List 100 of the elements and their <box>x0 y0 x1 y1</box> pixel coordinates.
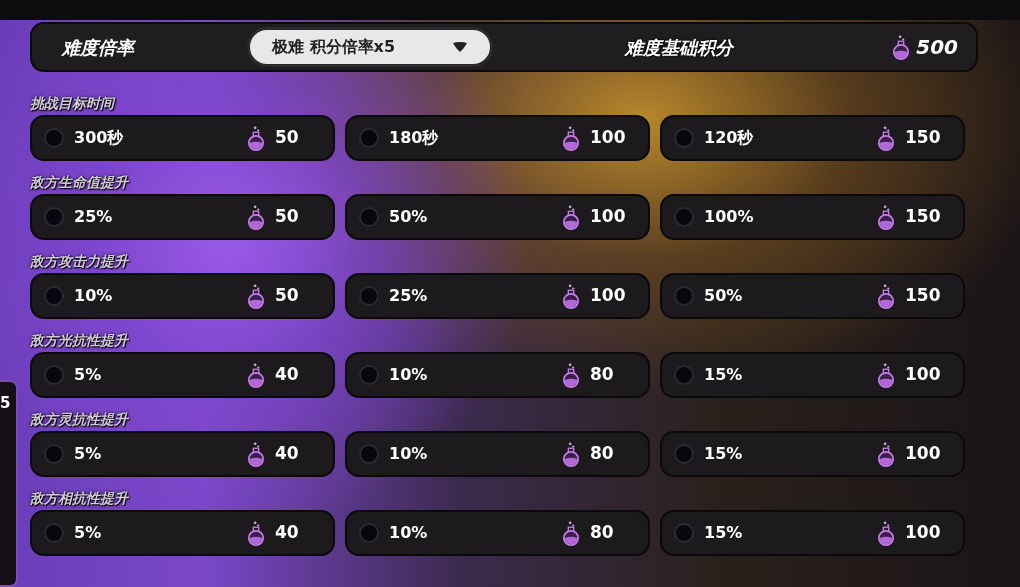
potion-flask-icon <box>892 34 911 60</box>
option-points: 150 <box>905 126 942 150</box>
section-title: 挑战目标时间 <box>30 95 114 111</box>
section-title: 敌方生命值提升 <box>30 174 128 190</box>
option-label: 5% <box>74 443 102 465</box>
potion-flask-icon <box>247 125 265 151</box>
option-label: 100% <box>704 206 754 228</box>
potion-flask-icon <box>562 204 580 230</box>
option-label: 10% <box>74 285 113 307</box>
potion-flask-icon <box>877 283 895 309</box>
potion-flask-icon <box>877 204 895 230</box>
option-label: 10% <box>389 522 428 544</box>
difficulty-dropdown[interactable]: 极难 积分倍率x5 <box>247 27 493 67</box>
option-label: 50% <box>704 285 743 307</box>
option-label: 15% <box>704 522 743 544</box>
potion-flask-icon <box>562 283 580 309</box>
option-button[interactable]: 10% 80 <box>345 352 650 398</box>
potion-flask-icon <box>247 441 265 467</box>
radio-button[interactable] <box>674 128 694 148</box>
option-points: 40 <box>275 442 300 466</box>
radio-button[interactable] <box>359 286 379 306</box>
radio-button[interactable] <box>44 444 64 464</box>
option-label: 10% <box>389 443 428 465</box>
potion-flask-icon <box>877 125 895 151</box>
radio-button[interactable] <box>674 523 694 543</box>
option-points: 80 <box>590 363 615 387</box>
potion-flask-icon <box>247 283 265 309</box>
option-button[interactable]: 10% 80 <box>345 510 650 556</box>
option-points: 40 <box>275 363 300 387</box>
base-points-value: 500 <box>916 34 958 61</box>
section-title: 敌方灵抗性提升 <box>30 411 128 427</box>
radio-button[interactable] <box>674 207 694 227</box>
option-points: 100 <box>905 363 942 387</box>
potion-flask-icon <box>562 125 580 151</box>
radio-button[interactable] <box>44 365 64 385</box>
option-points: 50 <box>275 284 300 308</box>
option-points: 80 <box>590 442 615 466</box>
option-button[interactable]: 50% 150 <box>660 273 965 319</box>
radio-button[interactable] <box>674 286 694 306</box>
option-points: 50 <box>275 126 300 150</box>
option-label: 50% <box>389 206 428 228</box>
radio-button[interactable] <box>359 523 379 543</box>
option-button[interactable]: 5% 40 <box>30 352 335 398</box>
option-label: 5% <box>74 364 102 386</box>
option-button[interactable]: 10% 50 <box>30 273 335 319</box>
potion-flask-icon <box>247 362 265 388</box>
option-label: 5% <box>74 522 102 544</box>
radio-button[interactable] <box>674 444 694 464</box>
option-button[interactable]: 25% 100 <box>345 273 650 319</box>
option-label: 15% <box>704 443 743 465</box>
option-points: 150 <box>905 284 942 308</box>
option-label: 180秒 <box>389 127 439 149</box>
option-button[interactable]: 15% 100 <box>660 352 965 398</box>
dropdown-caret-icon <box>452 41 468 53</box>
option-points: 50 <box>275 205 300 229</box>
option-button[interactable]: 10% 80 <box>345 431 650 477</box>
option-points: 100 <box>590 126 627 150</box>
option-label: 25% <box>74 206 113 228</box>
option-points: 100 <box>905 521 942 545</box>
option-points: 150 <box>905 205 942 229</box>
option-label: 10% <box>389 364 428 386</box>
option-button[interactable]: 15% 100 <box>660 431 965 477</box>
option-button[interactable]: 100% 150 <box>660 194 965 240</box>
radio-button[interactable] <box>674 365 694 385</box>
option-points: 40 <box>275 521 300 545</box>
option-button[interactable]: 15% 100 <box>660 510 965 556</box>
option-label: 300秒 <box>74 127 124 149</box>
radio-button[interactable] <box>44 286 64 306</box>
potion-flask-icon <box>247 520 265 546</box>
option-points: 100 <box>905 442 942 466</box>
potion-flask-icon <box>877 441 895 467</box>
potion-flask-icon <box>562 441 580 467</box>
option-button[interactable]: 25% 50 <box>30 194 335 240</box>
section-title: 敌方相抗性提升 <box>30 490 128 506</box>
option-points: 80 <box>590 521 615 545</box>
radio-button[interactable] <box>359 207 379 227</box>
base-points-label: 难度基础积分 <box>624 35 733 60</box>
radio-button[interactable] <box>44 128 64 148</box>
option-label: 15% <box>704 364 743 386</box>
radio-button[interactable] <box>44 523 64 543</box>
potion-flask-icon <box>562 520 580 546</box>
side-panel-number: 5 <box>0 393 11 414</box>
option-button[interactable]: 5% 40 <box>30 431 335 477</box>
option-button[interactable]: 5% 40 <box>30 510 335 556</box>
potion-flask-icon <box>247 204 265 230</box>
option-button[interactable]: 300秒 50 <box>30 115 335 161</box>
section-title: 敌方光抗性提升 <box>30 332 128 348</box>
option-label: 25% <box>389 285 428 307</box>
radio-button[interactable] <box>359 128 379 148</box>
radio-button[interactable] <box>44 207 64 227</box>
radio-button[interactable] <box>359 444 379 464</box>
option-button[interactable]: 120秒 150 <box>660 115 965 161</box>
section-title: 敌方攻击力提升 <box>30 253 128 269</box>
potion-flask-icon <box>877 520 895 546</box>
radio-button[interactable] <box>359 365 379 385</box>
potion-flask-icon <box>562 362 580 388</box>
option-points: 100 <box>590 284 627 308</box>
option-button[interactable]: 180秒 100 <box>345 115 650 161</box>
option-button[interactable]: 50% 100 <box>345 194 650 240</box>
option-label: 120秒 <box>704 127 754 149</box>
